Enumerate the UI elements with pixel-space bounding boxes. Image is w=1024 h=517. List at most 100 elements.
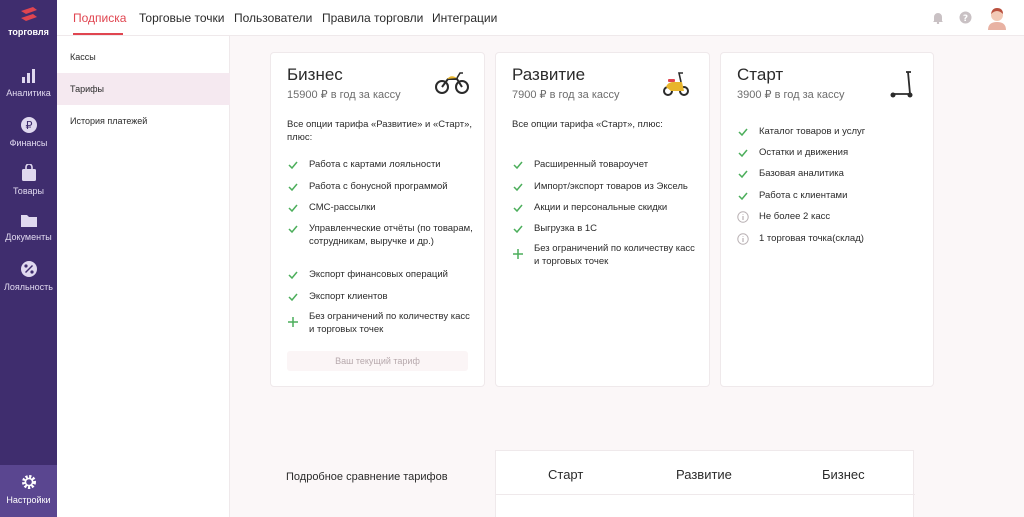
- feature-text: Работа с бонусной программой: [309, 181, 448, 192]
- rail-item-finance[interactable]: ₽ Финансы: [0, 116, 57, 148]
- rail-label: Документы: [5, 232, 52, 242]
- check-icon: [738, 149, 748, 158]
- feature-text: Экспорт клиентов: [309, 291, 388, 302]
- check-icon: [288, 183, 298, 192]
- check-icon: [513, 183, 523, 192]
- feature-item: Управленческие отчёты (по товарам, сотру…: [287, 222, 482, 248]
- feature-text: Не более 2 касс: [759, 211, 831, 222]
- comparison-header-development: Развитие: [676, 467, 732, 482]
- feature-text: Без ограничений по количеству касс и тор…: [534, 243, 695, 267]
- check-icon: [738, 192, 748, 201]
- plan-price: 7900 ₽ в год за кассу: [512, 89, 620, 101]
- folder-icon: [20, 215, 37, 227]
- check-icon: [288, 225, 298, 234]
- check-icon: [513, 204, 523, 213]
- settings-subnav: Кассы Тарифы История платежей: [57, 36, 230, 517]
- feature-item: Акции и персональные скидки: [512, 201, 702, 214]
- plus-icon: [288, 317, 298, 327]
- tab-trade-rules[interactable]: Правила торговли: [322, 11, 423, 25]
- feature-text: Работа с картами лояльности: [309, 159, 441, 170]
- plan-card-business: Бизнес 15900 ₽ в год за кассу Все опции …: [270, 52, 485, 387]
- feature-item: Экспорт клиентов: [287, 290, 477, 303]
- plan-price: 15900 ₽ в год за кассу: [287, 89, 401, 101]
- feature-text: Каталог товаров и услуг: [759, 126, 866, 137]
- rail-item-documents[interactable]: Документы: [0, 212, 57, 242]
- shopping-bag-icon: [21, 164, 36, 181]
- feature-text: Без ограничений по количеству касс и тор…: [309, 311, 470, 335]
- svg-text:?: ?: [963, 14, 968, 24]
- check-icon: [288, 293, 298, 302]
- comparison-header-start: Старт: [548, 467, 584, 482]
- rail-label: Настройки: [6, 495, 51, 505]
- feature-item: Работа с картами лояльности: [287, 158, 477, 171]
- rail-item-loyalty[interactable]: Лояльность: [0, 260, 57, 292]
- feature-text: Выгрузка в 1С: [534, 223, 598, 234]
- kick-scooter-icon: [890, 71, 913, 98]
- rail-item-settings[interactable]: Настройки: [0, 465, 57, 517]
- feature-text: Импорт/экспорт товаров из Эксель: [534, 181, 688, 192]
- subnav-item-registers[interactable]: Кассы: [57, 41, 230, 73]
- comparison-header-business: Бизнес: [822, 467, 865, 482]
- feature-item: СМС-рассылки: [287, 201, 477, 214]
- help-icon[interactable]: ?: [959, 11, 972, 24]
- feature-text: Экспорт финансовых операций: [309, 269, 448, 280]
- tab-integrations[interactable]: Интеграции: [432, 11, 497, 25]
- percent-badge-icon: [20, 261, 37, 277]
- svg-text:₽: ₽: [25, 119, 32, 132]
- logo-icon: [20, 7, 37, 21]
- feature-text: Акции и персональные скидки: [534, 202, 668, 213]
- scooter-icon: [663, 72, 689, 96]
- plan-title: Развитие: [512, 65, 586, 84]
- bar-chart-icon: [21, 69, 35, 83]
- check-icon: [513, 161, 523, 170]
- feature-item: Остатки и движения: [737, 146, 927, 159]
- rail-item-analytics[interactable]: Аналитика: [0, 68, 57, 98]
- feature-item: Каталог товаров и услуг: [737, 125, 927, 138]
- bell-icon[interactable]: [932, 11, 944, 24]
- feature-item: Базовая аналитика: [737, 167, 927, 180]
- subnav-item-tariffs[interactable]: Тарифы: [57, 73, 230, 105]
- motorcycle-icon: [435, 72, 469, 94]
- active-tab-underline: [73, 33, 123, 35]
- rail-label: Финансы: [9, 138, 48, 148]
- feature-item: Работа с клиентами: [737, 189, 927, 202]
- plan-card-development: Развитие 7900 ₽ в год за кассу Все опции…: [495, 52, 710, 387]
- plan-title: Бизнес: [287, 65, 343, 84]
- current-plan-button[interactable]: Ваш текущий тариф: [287, 351, 468, 371]
- logo[interactable]: торговля: [0, 6, 57, 37]
- tab-outlets[interactable]: Торговые точки: [139, 11, 225, 25]
- plus-icon: [513, 249, 523, 259]
- tab-subscription[interactable]: Подписка: [73, 11, 126, 25]
- tab-users[interactable]: Пользователи: [234, 11, 312, 25]
- feature-text: Работа с клиентами: [759, 190, 848, 201]
- avatar[interactable]: [986, 6, 1008, 30]
- feature-text: Базовая аналитика: [759, 168, 844, 179]
- feature-item: Выгрузка в 1С: [512, 222, 702, 235]
- rail-item-products[interactable]: Товары: [0, 164, 57, 196]
- plan-intro: Все опции тарифа «Старт», плюс:: [512, 119, 663, 130]
- feature-item: Расширенный товароучет: [512, 158, 702, 171]
- rail-label: Аналитика: [6, 88, 51, 98]
- check-icon: [288, 161, 298, 170]
- top-nav: Подписка Торговые точки Пользователи Пра…: [57, 0, 1024, 36]
- info-icon: [737, 233, 749, 245]
- feature-item: Без ограничений по количеству касс и тор…: [512, 242, 697, 268]
- check-icon: [738, 170, 748, 179]
- check-icon: [513, 225, 523, 234]
- feature-item: Импорт/экспорт товаров из Эксель: [512, 180, 702, 193]
- subnav-item-payment-history[interactable]: История платежей: [57, 105, 230, 137]
- feature-text: Расширенный товароучет: [534, 159, 649, 170]
- feature-item: Не более 2 касс: [737, 210, 927, 223]
- logo-text: торговля: [8, 27, 49, 37]
- plan-price: 3900 ₽ в год за кассу: [737, 89, 845, 101]
- feature-text: Остатки и движения: [759, 147, 849, 158]
- feature-text: Управленческие отчёты (по товарам, сотру…: [309, 223, 473, 247]
- feature-item: 1 торговая точка(склад): [737, 232, 927, 245]
- comparison-title: Подробное сравнение тарифов: [286, 471, 448, 483]
- comparison-table: Старт Развитие Бизнес: [495, 450, 915, 517]
- check-icon: [288, 204, 298, 213]
- feature-item: Без ограничений по количеству касс и тор…: [287, 310, 472, 336]
- info-icon: [737, 211, 749, 223]
- plan-intro: Все опции тарифа «Развитие» и «Старт», п…: [287, 119, 473, 143]
- check-icon: [288, 271, 298, 280]
